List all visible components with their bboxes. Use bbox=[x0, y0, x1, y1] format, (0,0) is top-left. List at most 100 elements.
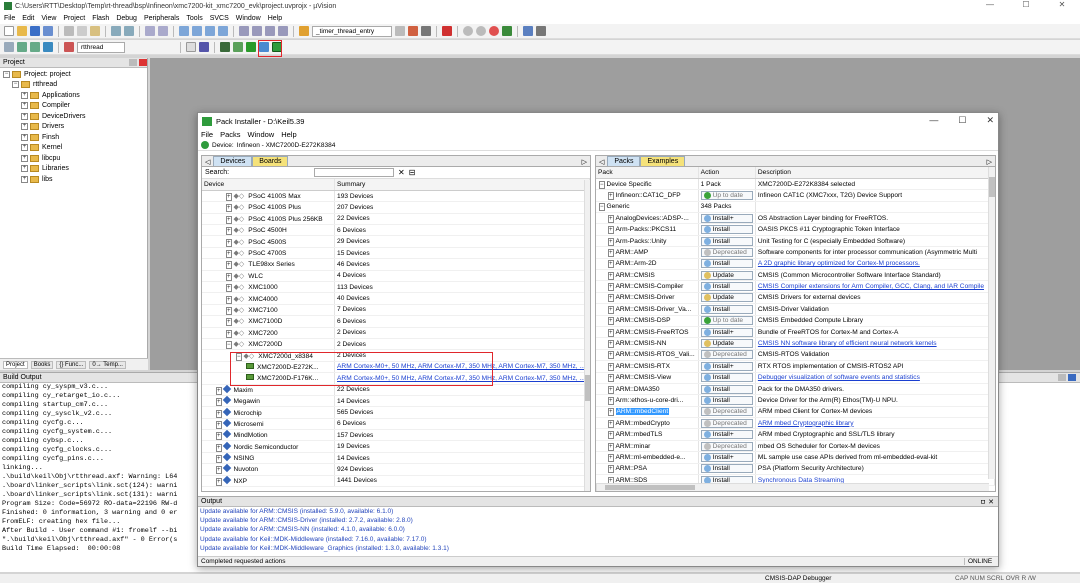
pack-row[interactable]: − Device Specific 1 Pack XMC7200D-E272K8384… bbox=[596, 178, 996, 191]
device-search-input[interactable] bbox=[314, 168, 394, 177]
expand-icon[interactable]: + bbox=[608, 317, 614, 326]
pack-row[interactable]: + ARM::CMSIS-FreeRTOS Install+ Bundle of Fr… bbox=[596, 326, 996, 339]
pack-menu-window[interactable]: Window bbox=[248, 130, 275, 139]
project-tab[interactable]: {} Func... bbox=[56, 360, 87, 369]
menu-help[interactable]: Help bbox=[268, 15, 282, 22]
cut-icon[interactable] bbox=[64, 26, 74, 36]
expand-icon[interactable]: + bbox=[21, 175, 28, 183]
device-row[interactable]: + ◆◇ PSoC 4700S 15 Devices bbox=[202, 247, 590, 260]
pack-row[interactable]: + ARM::CMSIS-Compiler Install CMSIS Compile… bbox=[596, 280, 996, 293]
expand-icon[interactable]: + bbox=[226, 295, 232, 304]
configure-icon[interactable] bbox=[502, 26, 512, 36]
pack-row[interactable]: + ARM::CMSIS-NN Update CMSIS NN software li… bbox=[596, 337, 996, 350]
expand-icon[interactable]: + bbox=[608, 351, 614, 360]
pack-update-button[interactable]: Update bbox=[700, 270, 753, 280]
device-row[interactable]: + ◆◇ PSoC 4100S Plus 207 Devices bbox=[202, 201, 590, 214]
expand-icon[interactable]: + bbox=[226, 306, 232, 315]
menu-tools[interactable]: Tools bbox=[186, 15, 202, 22]
expand-icon[interactable]: + bbox=[608, 305, 614, 314]
expand-icon[interactable]: + bbox=[608, 260, 614, 269]
pack-install-button[interactable]: Install bbox=[700, 373, 753, 383]
expand-icon[interactable]: + bbox=[21, 102, 28, 110]
pack-update-button[interactable]: Update bbox=[700, 339, 753, 349]
expand-icon[interactable]: + bbox=[21, 123, 28, 131]
close-button[interactable]: ✕ bbox=[1044, 0, 1080, 9]
target-options-icon[interactable] bbox=[186, 42, 196, 52]
expand-icon[interactable]: + bbox=[608, 362, 614, 371]
pack-install-button[interactable]: Install bbox=[700, 259, 753, 269]
expand-icon[interactable]: + bbox=[608, 237, 614, 246]
pack-row[interactable]: + ARM::CMSIS-Driver Update CMSIS Drivers fo… bbox=[596, 292, 996, 305]
device-row[interactable]: + NSING 14 Devices bbox=[202, 452, 590, 465]
expand-icon[interactable]: + bbox=[226, 261, 232, 270]
menu-debug[interactable]: Debug bbox=[116, 15, 137, 22]
device-row[interactable]: + Nordic Semiconductor 19 Devices bbox=[202, 440, 590, 453]
device-row[interactable]: + ◆◇ PSoC 4100S Max 193 Devices bbox=[202, 190, 590, 203]
collapse-icon[interactable]: − bbox=[3, 70, 10, 78]
paste-icon[interactable] bbox=[90, 26, 100, 36]
event-recorder-icon[interactable] bbox=[259, 42, 269, 52]
expand-icon[interactable]: + bbox=[608, 191, 614, 200]
device-summary[interactable]: ARM Cortex-M0+, 50 MHz, ARM Cortex-M7, 3… bbox=[334, 361, 590, 374]
menu-svcs[interactable]: SVCS bbox=[210, 15, 229, 22]
download-icon[interactable] bbox=[43, 42, 53, 52]
target-combo[interactable]: rtthread bbox=[77, 41, 125, 53]
tab-boards[interactable]: Boards bbox=[252, 156, 289, 166]
pack-menu-packs[interactable]: Packs bbox=[220, 130, 240, 139]
clear-search-icon[interactable]: ✕ bbox=[398, 168, 405, 177]
device-row[interactable]: + Microsemi 6 Devices bbox=[202, 418, 590, 431]
pack-install-button[interactable]: Install bbox=[700, 225, 753, 235]
collapse-icon[interactable]: − bbox=[599, 203, 605, 212]
pack-row[interactable]: + ARM::Arm-2D Install A 2D graphic library … bbox=[596, 258, 996, 271]
pack-deprecated-button[interactable]: Deprecated bbox=[700, 350, 753, 360]
tab-examples[interactable]: Examples bbox=[640, 156, 686, 166]
refresh-icon[interactable] bbox=[201, 141, 209, 149]
expand-icon[interactable]: + bbox=[608, 328, 614, 337]
uncomment-icon[interactable] bbox=[278, 26, 288, 36]
col-summary[interactable]: Summary bbox=[334, 179, 590, 191]
expand-icon[interactable]: + bbox=[608, 397, 614, 405]
device-row[interactable]: + ◆◇ WLC 4 Devices bbox=[202, 270, 590, 283]
project-tree-item[interactable]: − Project: project bbox=[0, 69, 147, 80]
col-action[interactable]: Action bbox=[698, 167, 756, 179]
project-tree-item[interactable]: + Compiler bbox=[0, 101, 147, 112]
project-tab[interactable]: Project bbox=[3, 360, 28, 369]
device-row[interactable]: + ◆◇ TLE98xx Series 46 Devices bbox=[202, 258, 590, 271]
pack-install-button[interactable]: Install+ bbox=[700, 213, 753, 223]
menu-project[interactable]: Project bbox=[63, 15, 85, 22]
pack-row[interactable]: + ARM::minar Deprecated mbed OS Scheduler f… bbox=[596, 440, 996, 453]
project-tree-item[interactable]: + libcpu bbox=[0, 153, 147, 164]
collapse-icon[interactable]: − bbox=[12, 81, 19, 89]
collapse-icon[interactable]: − bbox=[599, 180, 605, 189]
project-tab[interactable]: Books bbox=[30, 360, 54, 369]
expand-icon[interactable]: + bbox=[226, 329, 232, 338]
expand-icon[interactable]: + bbox=[216, 443, 222, 452]
pack-deprecated-button[interactable]: Deprecated bbox=[700, 407, 753, 417]
unindent-icon[interactable] bbox=[252, 26, 262, 36]
expand-icon[interactable]: + bbox=[21, 112, 28, 120]
pack-row[interactable]: + Infineon::CAT1C_DFP Up to date Infineon C… bbox=[596, 189, 996, 202]
pack-row[interactable]: + ARM::CMSIS-View Install Debugger visualiz… bbox=[596, 372, 996, 384]
project-tab[interactable]: 0→ Temp... bbox=[89, 360, 126, 369]
col-pack[interactable]: Pack bbox=[596, 167, 699, 179]
collapse-icon[interactable]: − bbox=[226, 341, 232, 349]
pack-installer-icon[interactable] bbox=[272, 42, 282, 52]
breakpoint-icon[interactable] bbox=[463, 26, 473, 36]
maximize-button[interactable]: ☐ bbox=[1008, 0, 1044, 9]
pack-install-button[interactable]: Install bbox=[700, 396, 753, 405]
prev-bookmark-icon[interactable] bbox=[192, 26, 202, 36]
project-tree-item[interactable]: + Libraries bbox=[0, 164, 147, 175]
pack-deprecated-button[interactable]: Deprecated bbox=[700, 441, 753, 451]
pack-description[interactable]: ARM mbed Cryptographic library bbox=[755, 417, 996, 430]
disable-breakpoint-icon[interactable] bbox=[476, 26, 486, 36]
project-tree-item[interactable]: − rtthread bbox=[0, 80, 147, 91]
nav-forward-icon[interactable] bbox=[158, 26, 168, 36]
pack-row[interactable]: + ARM::AMP Deprecated Software components f… bbox=[596, 246, 996, 259]
expand-icon[interactable]: + bbox=[21, 91, 28, 99]
pack-deprecated-button[interactable]: Deprecated bbox=[700, 418, 753, 428]
indent-icon[interactable] bbox=[239, 26, 249, 36]
device-row[interactable]: + ◆◇ PSoC 4500H 6 Devices bbox=[202, 224, 590, 237]
device-row[interactable]: + ◆◇ XMC4000 40 Devices bbox=[202, 292, 590, 305]
device-row[interactable]: + Megawin 14 Devices bbox=[202, 395, 590, 408]
packs-hscrollbar[interactable] bbox=[596, 483, 989, 491]
